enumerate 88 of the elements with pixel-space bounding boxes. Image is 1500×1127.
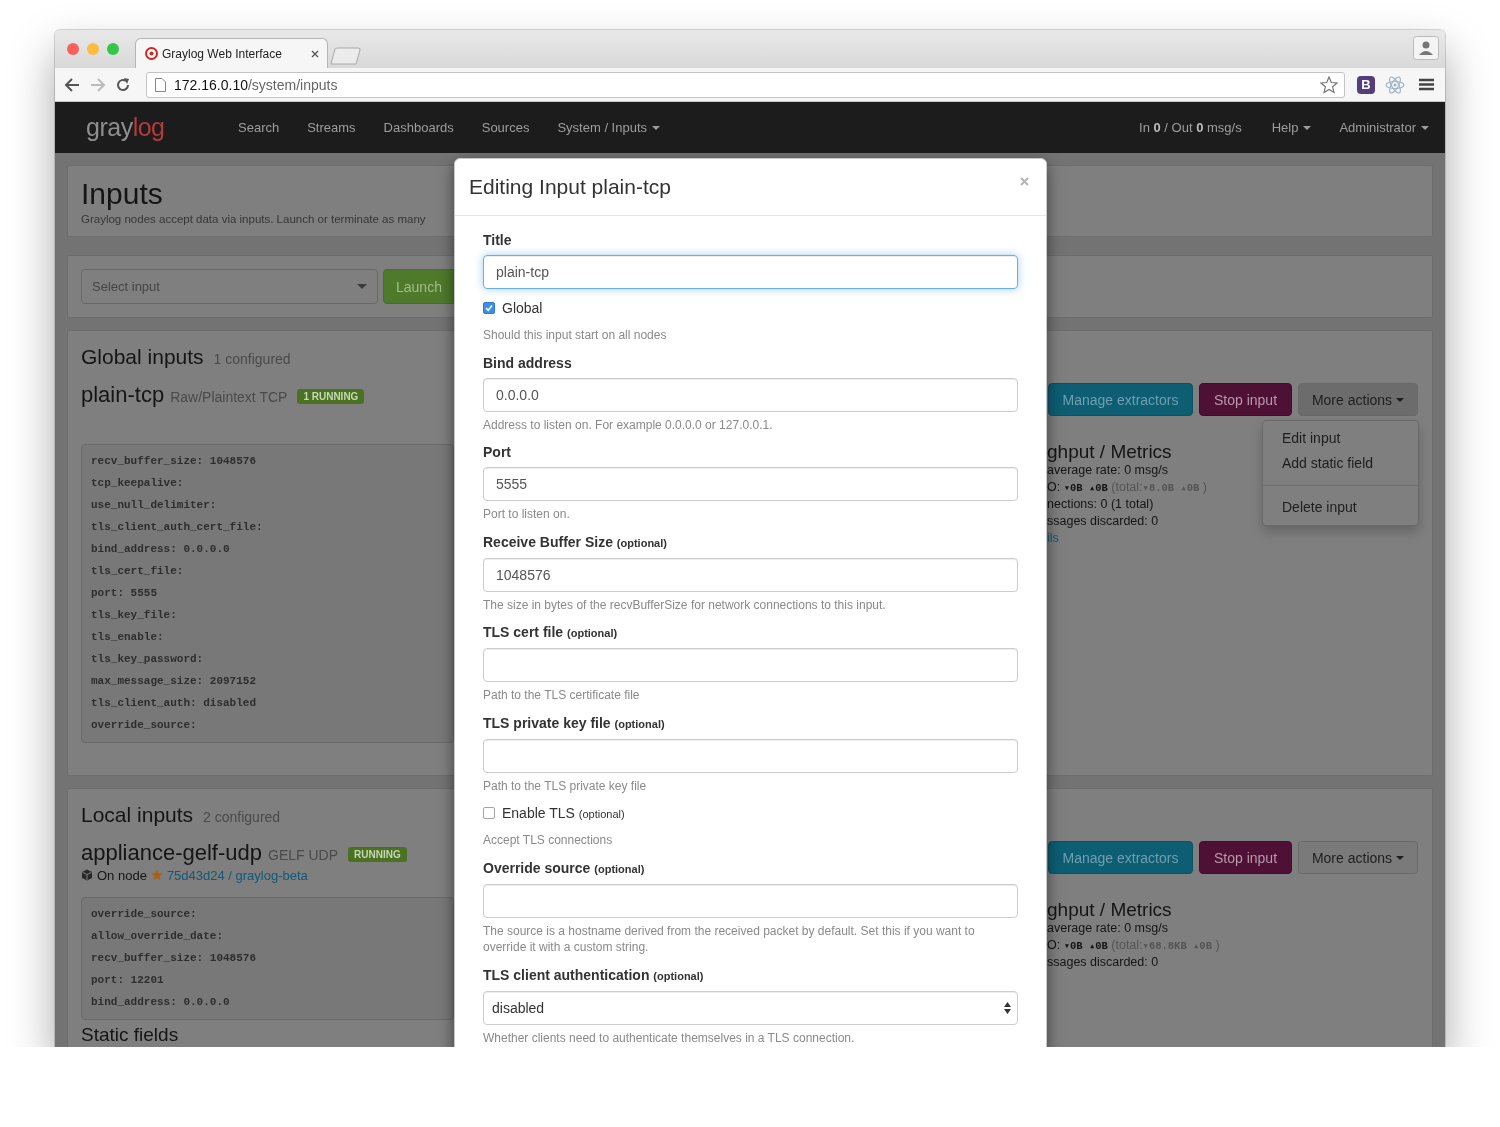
metric-text: ssages discarded: 0 [1047, 954, 1159, 971]
caret-icon [357, 284, 367, 289]
node-label: On node [97, 867, 147, 883]
help-text: Port to listen on. [483, 506, 571, 523]
favicon-icon [145, 47, 158, 60]
checkbox-label[interactable]: Global [502, 300, 543, 316]
menu-icon[interactable] [1419, 78, 1434, 91]
help-text: Path to the TLS private key file [483, 777, 648, 794]
new-tab-button[interactable] [330, 47, 364, 65]
atom-icon[interactable] [1385, 74, 1405, 95]
input-field[interactable]: 1048576 [483, 557, 1018, 592]
help-text: Path to the TLS certificate file [483, 687, 641, 704]
caret-icon [652, 125, 660, 130]
close-icon[interactable] [311, 49, 319, 58]
input-field[interactable]: plain-tcp [483, 255, 1018, 289]
config-block: recv_buffer_size: 1048576 tcp_keepalive: use_null_delimiter: tls_client_auth_cert_file: bind_address: 0.0.0.0 tls_cert_file: port: 5555 tls_key_file: tls_enable: tls_key_password: max_message_size: 2097152 tls_client_auth: disabled override_source: [81, 444, 454, 743]
metrics-heading: ghput / Metrics [1047, 899, 1172, 920]
page-title: Inputs [81, 176, 163, 211]
select-arrows-icon [1004, 1001, 1011, 1014]
stop-input-button[interactable]: Stop input [1199, 841, 1292, 874]
metrics-heading: ghput / Metrics [1047, 441, 1172, 462]
nav-link[interactable]: System / Inputs [543, 102, 674, 153]
back-icon[interactable] [64, 77, 80, 92]
field-label: Title [483, 231, 513, 250]
metric-text: ssages discarded: 0 [1047, 513, 1159, 530]
window-controls-icon[interactable] [67, 43, 119, 55]
metric-text: nections: 0 (1 total) [1047, 496, 1154, 513]
input-field[interactable]: 0.0.0.0 [483, 377, 1018, 412]
section-heading: Global inputs [81, 344, 204, 370]
input-field[interactable] [483, 883, 1018, 918]
static-fields-heading: Static fields [81, 1024, 179, 1045]
help-text: Address to listen on. For example 0.0.0.0 or 127.0.0.1. [483, 416, 774, 433]
menu-item[interactable]: Delete input [1263, 495, 1418, 520]
logo[interactable]: graylog [86, 113, 224, 142]
section-heading: Local inputs [81, 802, 194, 828]
field-label: Receive Buffer Size (optional) [483, 532, 668, 552]
checkbox[interactable] [483, 302, 495, 314]
checkbox-label[interactable]: Enable TLS (optional) [502, 805, 625, 821]
star-icon[interactable] [1320, 75, 1338, 94]
metric-text: average rate: 0 msg/s [1047, 462, 1168, 479]
help-text: The source is a hostname derived from the received packet by default. Set this if you want to override it with a custom string. [483, 922, 976, 956]
nav-link[interactable]: Help [1257, 102, 1326, 153]
input-name: plain-tcp [81, 382, 165, 408]
metric-text: average rate: 0 msg/s [1047, 920, 1168, 937]
status-badge: 1 RUNNING [297, 389, 365, 404]
checkbox[interactable] [483, 807, 495, 819]
caret-icon [1421, 125, 1429, 130]
caret-icon [1396, 397, 1405, 402]
caret-icon [1396, 855, 1405, 860]
status-badge: RUNNING [348, 847, 407, 862]
help-text: Should this input start on all nodes [483, 327, 668, 344]
page-icon [155, 77, 166, 92]
address-bar[interactable]: 172.16.0.10/system/inputs [146, 71, 1345, 98]
field-label: Override source (optional) [483, 858, 646, 878]
menu-item[interactable]: Add static field [1263, 451, 1418, 476]
field-label: Port [483, 443, 512, 462]
field-label: TLS private key file (optional) [483, 713, 666, 733]
input-field[interactable] [483, 738, 1018, 773]
browser-tab[interactable]: Graylog Web Interface [135, 38, 328, 68]
nav-link[interactable]: Administrator [1325, 102, 1443, 153]
stop-input-button[interactable]: Stop input [1199, 383, 1292, 416]
star-icon [150, 869, 163, 881]
nav-link[interactable]: Search [224, 102, 294, 153]
more-actions-button[interactable]: More actions [1298, 841, 1418, 874]
forward-icon[interactable] [90, 77, 106, 92]
field-label: Bind address [483, 353, 573, 373]
nav-link[interactable]: Sources [467, 102, 544, 153]
nav-link[interactable]: Streams [293, 102, 370, 153]
extension-button[interactable]: B [1357, 75, 1375, 94]
profile-icon[interactable] [1413, 36, 1439, 60]
field-label: TLS client authentication (optional) [483, 965, 705, 985]
input-field[interactable]: 5555 [483, 467, 1018, 501]
help-text: Whether clients need to authenticate themselves in a TLS connection. [483, 1029, 856, 1046]
help-text: The size in bytes of the recvBufferSize for network connections to this input. [483, 596, 887, 613]
page-description: Graylog nodes accept data via inputs. Launch or terminate as many [81, 212, 426, 227]
modal-title: Editing Input plain-tcp [469, 175, 671, 199]
input-field[interactable] [483, 648, 1018, 682]
cube-icon [81, 869, 93, 881]
nav-link[interactable]: Dashboards [369, 102, 468, 153]
select-field[interactable]: disabled [483, 990, 1018, 1025]
caret-icon [1303, 125, 1312, 130]
menu-item[interactable]: Edit input [1263, 426, 1418, 451]
help-text: Accept TLS connections [483, 832, 614, 849]
input-name: appliance-gelf-udp [81, 840, 263, 866]
field-label: TLS cert file (optional) [483, 623, 619, 642]
throughput-text: In 0 / Out 0 msg/s [1139, 120, 1242, 135]
reload-icon[interactable] [116, 77, 130, 92]
config-block: override_source: allow_override_date: recv_buffer_size: 1048576 port: 12201 bind_address: 0.0.0.0 [81, 897, 454, 1020]
